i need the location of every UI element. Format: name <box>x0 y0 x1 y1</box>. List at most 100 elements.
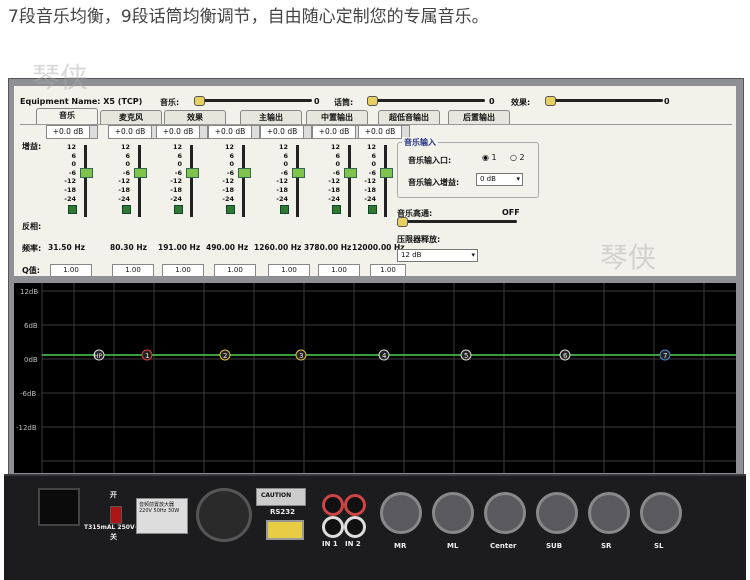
rca-in2[interactable] <box>344 516 366 538</box>
mic-volume-slider[interactable] <box>367 96 485 106</box>
band-2-slider[interactable] <box>134 145 147 217</box>
mic-volume-knob[interactable] <box>367 96 378 106</box>
band-6-gain[interactable]: +0.0 dB <box>312 125 356 139</box>
rca-in1-top[interactable] <box>322 494 344 516</box>
marker-2[interactable]: 2 <box>219 349 231 361</box>
band-4-inverse-checkbox[interactable] <box>226 205 235 214</box>
band-3-gain[interactable]: +0.0 dB <box>156 125 200 139</box>
band-6-inverse-checkbox[interactable] <box>332 205 341 214</box>
xlr-mr[interactable] <box>380 492 422 534</box>
band-5-inverse-checkbox[interactable] <box>280 205 289 214</box>
band-2-knob[interactable] <box>134 168 147 178</box>
limiter-select[interactable]: 12 dB ▾ <box>397 249 478 262</box>
band-4-scale: 12 6 0 -6 -12 -18 -24 <box>222 143 234 203</box>
band-7-gain[interactable]: +0.0 dB <box>358 125 402 139</box>
music-volume-value: 0 <box>314 97 320 106</box>
xlr-center[interactable] <box>484 492 526 534</box>
marker-4[interactable]: 4 <box>378 349 390 361</box>
band-7-slider[interactable] <box>380 145 393 217</box>
band-1-slider[interactable] <box>80 145 93 217</box>
band-5-freq: 1260.00 Hz <box>254 243 302 252</box>
band-3-slider[interactable] <box>186 145 199 217</box>
limiter-label: 压限器释放: <box>397 235 441 244</box>
band-2-inverse-checkbox[interactable] <box>122 205 131 214</box>
band-4-q[interactable]: 1.00 <box>214 264 256 277</box>
rca-in2-top[interactable] <box>344 494 366 516</box>
marker-5[interactable]: 5 <box>460 349 472 361</box>
spec-plate: 音频前置放大器 220V 50Hz 30W <box>136 498 188 534</box>
power-socket[interactable] <box>38 488 80 526</box>
equipment-name: Equipment Name: X5 (TCP) <box>20 97 143 106</box>
xlr-sr[interactable] <box>588 492 630 534</box>
tab-microphone[interactable]: 麦克风 <box>100 110 162 125</box>
graph-grid <box>41 283 736 473</box>
band-2-q[interactable]: 1.00 <box>112 264 154 277</box>
band-3-freq: 191.00 Hz <box>158 243 201 252</box>
svg-text:4: 4 <box>382 352 387 360</box>
band-1-scale: 12 6 0 -6 -12 -18 -24 <box>64 143 76 203</box>
band-3-q[interactable]: 1.00 <box>162 264 204 277</box>
xlr-sl[interactable] <box>640 492 682 534</box>
eq-curve-graph[interactable]: 12dB 6dB 0dB -6dB -12dB HP 1 2 3 4 5 6 7 <box>14 283 736 473</box>
tab-music[interactable]: 音乐 <box>36 108 98 125</box>
band-6-q[interactable]: 1.00 <box>318 264 360 277</box>
band-5-slider[interactable] <box>292 145 305 217</box>
band-6-slider[interactable] <box>344 145 357 217</box>
band-5-gain[interactable]: +0.0 dB <box>260 125 304 139</box>
tab-center-output[interactable]: 中置输出 <box>306 110 368 125</box>
input-radio-2[interactable]: ○ 2 <box>510 153 525 162</box>
rs232-port[interactable] <box>266 520 304 540</box>
band-6-freq: 3780.00 Hz <box>304 243 352 252</box>
band-7-q[interactable]: 1.00 <box>370 264 406 277</box>
tab-rear-output[interactable]: 后置输出 <box>448 110 510 125</box>
rca-in1[interactable] <box>322 516 344 538</box>
xlr-sr-label: SR <box>601 542 612 550</box>
highpass-knob[interactable] <box>397 217 408 227</box>
band-4-gain[interactable]: +0.0 dB <box>208 125 252 139</box>
band-3-gain-spinner[interactable] <box>199 125 208 139</box>
band-4-slider[interactable] <box>238 145 251 217</box>
banner-text: 7段音乐均衡，9段话筒均衡调节，自由随心定制您的专属音乐。 <box>8 7 489 27</box>
tab-effect[interactable]: 效果 <box>164 110 226 125</box>
band-7-scale: 12 6 0 -6 -12 -18 -24 <box>364 143 376 203</box>
band-2-gain[interactable]: +0.0 dB <box>108 125 152 139</box>
marker-1[interactable]: 1 <box>141 349 153 361</box>
svg-text:3: 3 <box>299 352 303 360</box>
marker-hp[interactable]: HP <box>93 349 105 361</box>
mic-volume-value: 0 <box>489 97 495 106</box>
band-1-gain[interactable]: +0.0 dB <box>46 125 90 139</box>
highpass-slider[interactable] <box>397 217 517 227</box>
band-3-inverse-checkbox[interactable] <box>174 205 183 214</box>
band-4-gain-spinner[interactable] <box>251 125 260 139</box>
svg-text:HP: HP <box>94 353 103 360</box>
xlr-sub[interactable] <box>536 492 578 534</box>
tab-sub-output[interactable]: 超低音输出 <box>378 110 440 125</box>
band-7-inverse-checkbox[interactable] <box>368 205 377 214</box>
band-1-knob[interactable] <box>80 168 93 178</box>
tab-main-output[interactable]: 主输出 <box>240 110 302 125</box>
marker-3[interactable]: 3 <box>295 349 307 361</box>
band-5-q[interactable]: 1.00 <box>268 264 310 277</box>
svg-text:7: 7 <box>663 352 667 360</box>
marker-7[interactable]: 7 <box>659 349 671 361</box>
band-6-knob[interactable] <box>344 168 357 178</box>
input-radio-1[interactable]: ◉ 1 <box>482 153 497 162</box>
xlr-ml[interactable] <box>432 492 474 534</box>
power-switch[interactable] <box>110 506 122 524</box>
music-volume-knob[interactable] <box>194 96 205 106</box>
marker-6[interactable]: 6 <box>559 349 571 361</box>
band-1-gain-spinner[interactable] <box>89 125 98 139</box>
effect-volume-slider[interactable] <box>545 96 663 106</box>
band-5-gain-spinner[interactable] <box>303 125 312 139</box>
effect-volume-knob[interactable] <box>545 96 556 106</box>
music-volume-label: 音乐: <box>160 98 180 107</box>
band-4-knob[interactable] <box>238 168 251 178</box>
band-7-knob[interactable] <box>380 168 393 178</box>
music-volume-slider[interactable] <box>194 96 312 106</box>
band-5-knob[interactable] <box>292 168 305 178</box>
y-label-6: 6dB <box>24 322 38 330</box>
music-input-gain-select[interactable]: 0 dB ▾ <box>476 173 523 186</box>
band-1-q[interactable]: 1.00 <box>50 264 92 277</box>
band-3-knob[interactable] <box>186 168 199 178</box>
band-1-inverse-checkbox[interactable] <box>68 205 77 214</box>
